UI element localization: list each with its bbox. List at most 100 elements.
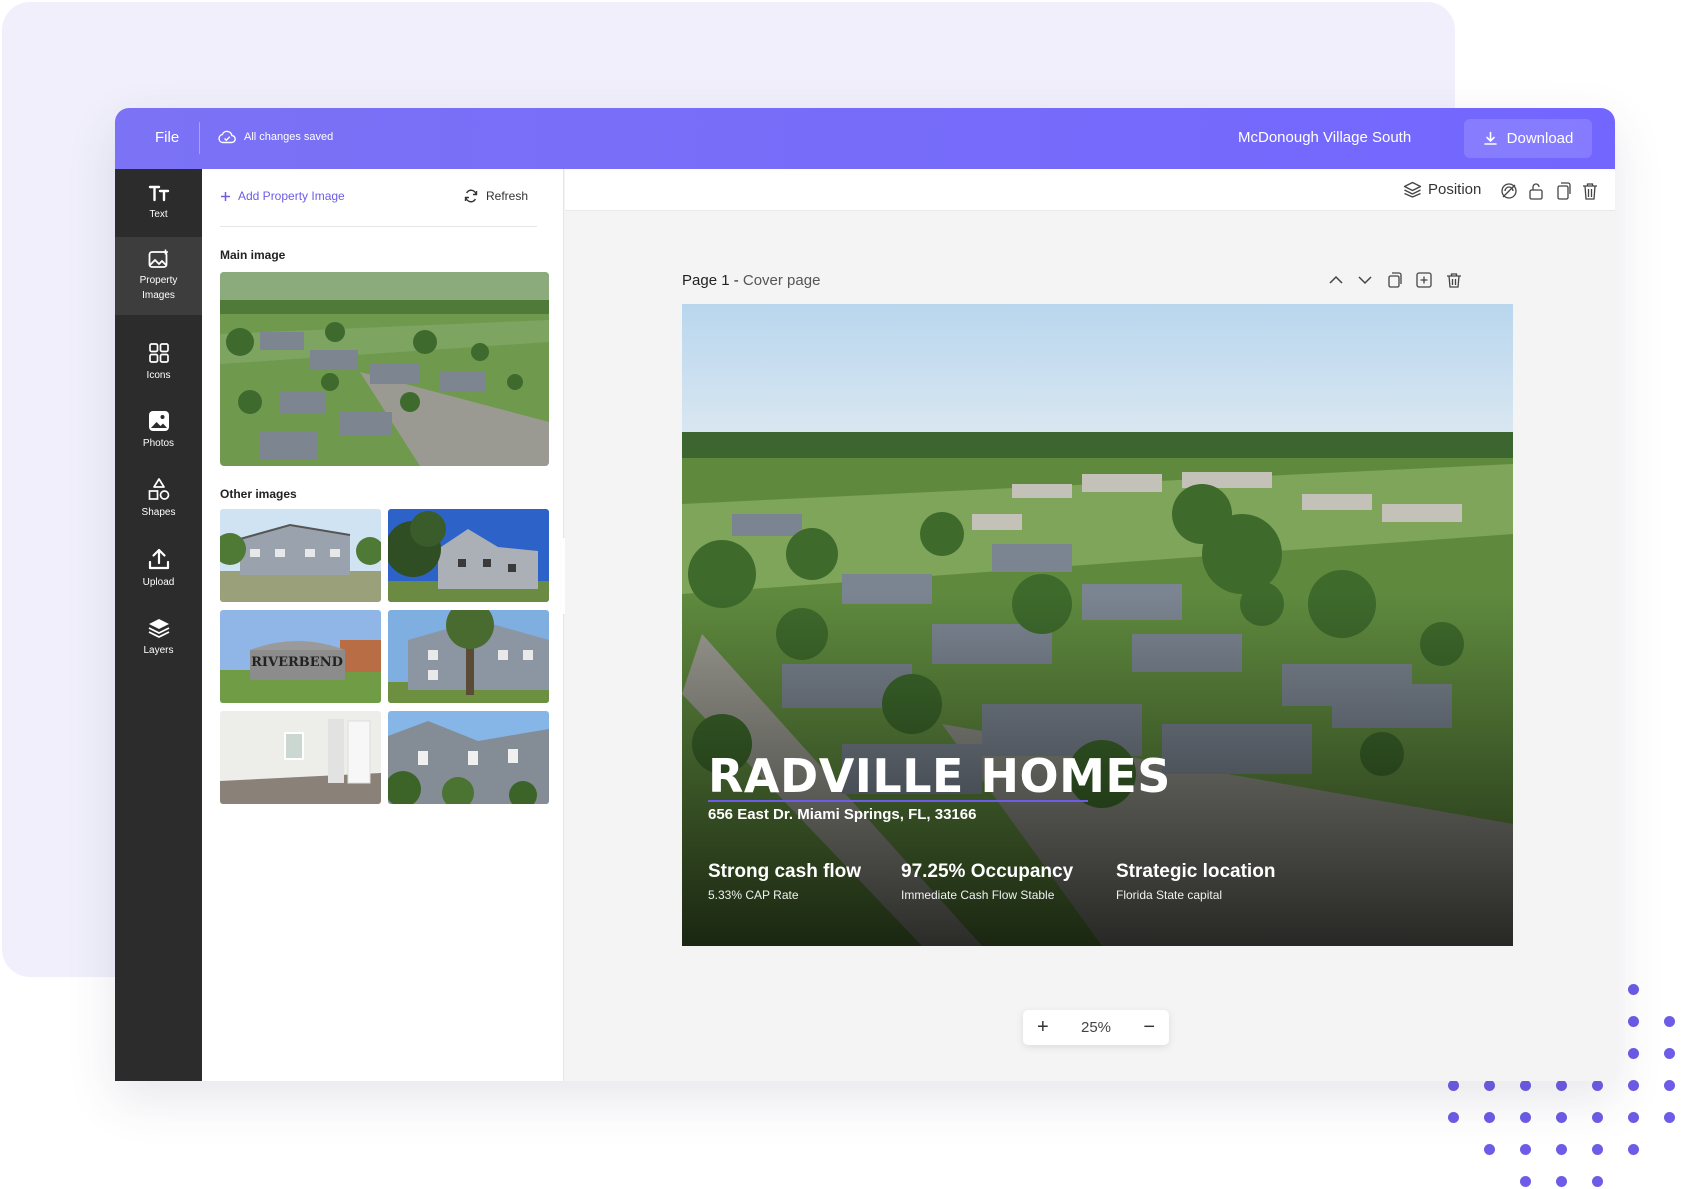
decorative-dot <box>1520 1080 1531 1091</box>
property-images-panel: Add Property Image Refresh Main image Ot… <box>202 169 564 1081</box>
highlight-stat[interactable]: Strategic location Florida State capital <box>1116 861 1275 902</box>
stat-heading: Strong cash flow <box>708 861 862 882</box>
other-images-heading: Other images <box>220 487 297 501</box>
sidebar-item-text[interactable]: Text <box>115 183 202 241</box>
sidebar-item-label: Upload <box>142 577 175 588</box>
shapes-icon <box>148 478 169 500</box>
sidebar-item-photos[interactable]: Photos <box>115 410 202 468</box>
sidebar-item-upload[interactable]: Upload <box>115 547 202 605</box>
grid-icon <box>148 343 169 363</box>
stat-subtext: Florida State capital <box>1116 888 1223 902</box>
add-property-image-button[interactable]: Add Property Image <box>220 189 345 203</box>
sidebar-item-shapes[interactable]: Shapes <box>115 477 202 537</box>
sidebar-item-label: Text <box>149 209 168 220</box>
add-property-image-label: Add Property Image <box>238 189 345 203</box>
cover-title[interactable]: RADVILLE HOMES <box>708 749 1171 803</box>
save-status-text: All changes saved <box>244 131 334 143</box>
property-thumbnail[interactable] <box>388 610 549 703</box>
download-button[interactable]: Download <box>1464 119 1592 158</box>
decorative-dot <box>1484 1080 1495 1091</box>
hide-icon[interactable] <box>1500 182 1518 200</box>
copy-page-icon[interactable] <box>1386 272 1402 288</box>
chevron-down-icon[interactable] <box>1357 272 1373 288</box>
property-thumbnail[interactable] <box>388 711 549 804</box>
add-page-icon[interactable] <box>1416 272 1432 288</box>
stat-heading: Strategic location <box>1116 861 1276 882</box>
page-number: Page 1 - <box>682 272 743 289</box>
upload-icon <box>148 548 169 570</box>
sidebar-item-label: Layers <box>143 645 174 656</box>
highlight-stat[interactable]: 97.25% Occupancy Immediate Cash Flow Sta… <box>901 861 1073 902</box>
cover-page[interactable]: RADVILLE HOMES 656 East Dr. Miami Spring… <box>682 304 1513 946</box>
main-image-heading: Main image <box>220 248 286 262</box>
refresh-button[interactable]: Refresh <box>464 189 528 203</box>
decorative-dot <box>1592 1112 1603 1123</box>
file-menu-button[interactable]: File <box>155 129 179 146</box>
top-bar: File All changes saved McDonough Village… <box>115 108 1615 169</box>
sidebar-item-icons[interactable]: Icons <box>115 342 202 400</box>
position-label: Position <box>1428 181 1482 198</box>
decorative-dot <box>1556 1112 1567 1123</box>
design-canvas: Position Page 1 - Cover page RADVILLE HO… <box>565 169 1615 1081</box>
decorative-dot <box>1556 1080 1567 1091</box>
decorative-dot <box>1592 1080 1603 1091</box>
layers-icon <box>148 619 169 638</box>
refresh-label: Refresh <box>486 189 529 203</box>
stat-subtext: Immediate Cash Flow Stable <box>901 888 1055 902</box>
lock-icon[interactable] <box>1528 182 1544 200</box>
page-label: Page 1 - Cover page <box>682 272 820 289</box>
decorative-dot <box>1664 1112 1675 1123</box>
trash-icon[interactable] <box>1582 182 1598 200</box>
download-icon <box>1483 131 1497 145</box>
cloud-check-icon <box>218 130 236 144</box>
position-button[interactable]: Position <box>1403 181 1481 198</box>
text-icon <box>148 185 169 202</box>
chevron-up-icon[interactable] <box>1328 272 1344 288</box>
duplicate-icon[interactable] <box>1555 182 1571 200</box>
decorative-dot <box>1556 1176 1567 1187</box>
decorative-dot <box>1628 984 1639 995</box>
decorative-dot <box>1628 1048 1639 1059</box>
sidebar-item-property-images[interactable]: Property Images <box>115 237 202 315</box>
sidebar-item-layers[interactable]: Layers <box>115 617 202 675</box>
decorative-dot <box>1556 1144 1567 1155</box>
decorative-dot <box>1628 1144 1639 1155</box>
stat-heading: 97.25% Occupancy <box>901 861 1074 882</box>
page-name: Cover page <box>742 272 821 289</box>
svg-text:RIVERBEND: RIVERBEND <box>251 655 343 670</box>
property-images-icon <box>148 249 168 268</box>
property-thumbnail[interactable] <box>220 509 381 602</box>
zoom-level: 25% <box>1080 1019 1112 1036</box>
decorative-dot <box>1628 1112 1639 1123</box>
decorative-dot <box>1664 1016 1675 1027</box>
decorative-dot <box>1520 1176 1531 1187</box>
layers-outline-icon <box>1403 181 1422 198</box>
delete-page-icon[interactable] <box>1446 272 1462 288</box>
property-thumbnail[interactable]: RIVERBEND <box>220 610 381 703</box>
decorative-dot <box>1592 1176 1603 1187</box>
divider <box>199 122 200 154</box>
decorative-dot <box>1628 1080 1639 1091</box>
decorative-dot <box>1664 1080 1675 1091</box>
decorative-dot <box>1448 1080 1459 1091</box>
document-title[interactable]: McDonough Village South <box>1238 129 1411 146</box>
decorative-dot <box>1484 1144 1495 1155</box>
cover-address[interactable]: 656 East Dr. Miami Springs, FL, 33166 <box>708 806 976 823</box>
zoom-out-button[interactable]: − <box>1143 1016 1155 1039</box>
decorative-dot <box>1664 1048 1675 1059</box>
photo-icon <box>148 411 169 431</box>
title-underline <box>708 800 1088 802</box>
sidebar-item-label: Icons <box>146 370 171 381</box>
divider <box>220 226 537 227</box>
main-property-image[interactable] <box>220 272 549 466</box>
sidebar-item-label: Shapes <box>141 507 176 518</box>
property-thumbnail[interactable] <box>388 509 549 602</box>
plus-icon <box>221 191 230 201</box>
sidebar-item-label: Property Images <box>139 275 178 301</box>
property-thumbnail[interactable] <box>220 711 381 804</box>
decorative-dot <box>1520 1144 1531 1155</box>
highlight-stat[interactable]: Strong cash flow 5.33% CAP Rate <box>708 861 861 902</box>
zoom-in-button[interactable]: + <box>1037 1016 1049 1039</box>
editor-window: File All changes saved McDonough Village… <box>115 108 1615 1081</box>
tool-sidebar: Text Property Images Icons Photos Shapes… <box>115 169 202 1081</box>
